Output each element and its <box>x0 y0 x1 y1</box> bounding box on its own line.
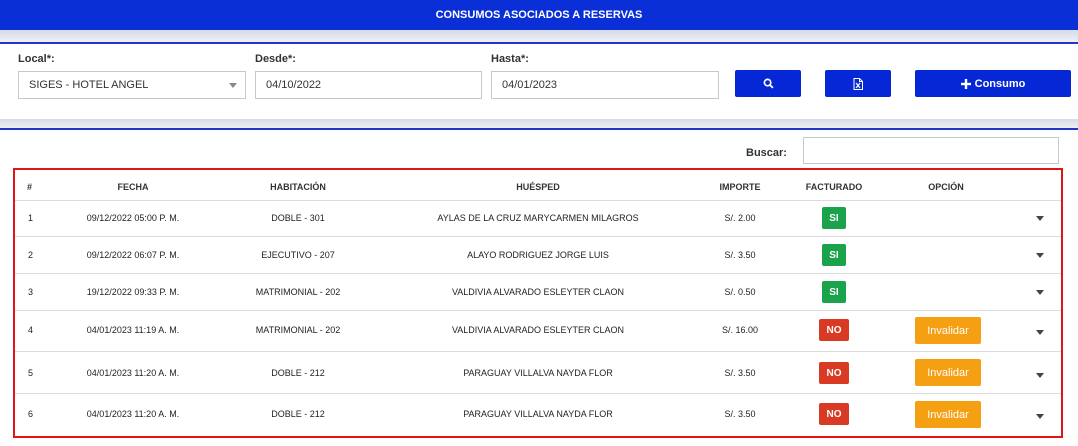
col-header-fecha[interactable]: FECHA <box>118 182 149 192</box>
row-fecha: 04/01/2023 11:20 A. M. <box>86 368 180 378</box>
row-num: 5 <box>28 368 34 378</box>
desde-date-value: 04/10/2022 <box>266 79 322 91</box>
row-importe: S/. 0.50 <box>724 287 756 297</box>
row-num: 3 <box>28 287 34 297</box>
row-fecha: 19/12/2022 09:33 P. M. <box>86 287 180 297</box>
row-fecha: 04/01/2023 11:20 A. M. <box>86 409 180 419</box>
col-header-opcion: OPCIÓN <box>928 182 964 192</box>
local-select-value: SIGES - HOTEL ANGEL <box>29 79 149 91</box>
facturado-no-badge: NO <box>819 362 849 384</box>
local-select[interactable]: SIGES - HOTEL ANGEL <box>18 71 246 99</box>
facturado-si-badge: SI <box>822 244 846 266</box>
col-header-num: # <box>27 182 33 192</box>
hasta-date-value: 04/01/2023 <box>502 79 558 91</box>
facturado-si-badge: SI <box>822 207 846 229</box>
consumos-table-highlight <box>13 168 1063 438</box>
row-huesped: VALDIVIA ALVARADO ESLEYTER CLAON <box>451 325 625 335</box>
col-header-importe[interactable]: IMPORTE <box>719 182 760 192</box>
facturado-si-badge: SI <box>822 281 846 303</box>
chevron-down-icon[interactable] <box>1036 414 1044 419</box>
invalidar-button[interactable]: Invalidar <box>915 359 981 386</box>
row-fecha: 09/12/2022 05:00 P. M. <box>86 213 180 223</box>
plus-icon <box>960 78 971 89</box>
row-divider <box>15 310 1061 311</box>
row-num: 2 <box>28 250 34 260</box>
search-icon <box>763 78 774 89</box>
row-huesped: PARAGUAY VILLALVA NAYDA FLOR <box>463 368 613 378</box>
add-consumo-button[interactable]: Consumo <box>915 70 1071 97</box>
col-header-huesped[interactable]: HUÉSPED <box>516 182 560 192</box>
row-importe: S/. 3.50 <box>724 250 756 260</box>
facturado-no-badge: NO <box>819 319 849 341</box>
col-header-habitacion[interactable]: HABITACIÓN <box>270 182 326 192</box>
invalidar-button[interactable]: Invalidar <box>915 317 981 344</box>
row-huesped: PARAGUAY VILLALVA NAYDA FLOR <box>463 409 613 419</box>
buscar-label: Buscar: <box>746 147 787 159</box>
row-divider <box>15 273 1061 274</box>
row-habitacion: DOBLE - 212 <box>271 368 325 378</box>
header-divider <box>0 30 1078 42</box>
row-huesped: ALAYO RODRIGUEZ JORGE LUIS <box>467 250 609 260</box>
row-huesped: VALDIVIA ALVARADO ESLEYTER CLAON <box>451 287 625 297</box>
page-title: CONSUMOS ASOCIADOS A RESERVAS <box>0 0 1078 30</box>
row-divider <box>15 200 1061 201</box>
row-divider <box>15 236 1061 237</box>
hasta-label: Hasta*: <box>491 53 529 65</box>
row-fecha: 04/01/2023 11:19 A. M. <box>86 325 180 335</box>
row-importe: S/. 16.00 <box>721 325 759 335</box>
row-divider <box>15 393 1061 394</box>
hasta-date-input[interactable]: 04/01/2023 <box>491 71 719 99</box>
export-excel-button[interactable] <box>825 70 891 97</box>
row-importe: S/. 3.50 <box>724 409 756 419</box>
chevron-down-icon[interactable] <box>1036 216 1044 221</box>
row-importe: S/. 2.00 <box>724 213 756 223</box>
row-importe: S/. 3.50 <box>724 368 756 378</box>
chevron-down-icon <box>229 83 237 88</box>
row-habitacion: MATRIMONIAL - 202 <box>255 287 341 297</box>
chevron-down-icon[interactable] <box>1036 290 1044 295</box>
desde-label: Desde*: <box>255 53 296 65</box>
chevron-down-icon[interactable] <box>1036 373 1044 378</box>
chevron-down-icon[interactable] <box>1036 253 1044 258</box>
invalidar-button[interactable]: Invalidar <box>915 401 981 428</box>
row-num: 6 <box>28 409 34 419</box>
search-button[interactable] <box>735 70 801 97</box>
row-num: 1 <box>28 213 34 223</box>
row-fecha: 09/12/2022 06:07 P. M. <box>86 250 180 260</box>
row-huesped: AYLAS DE LA CRUZ MARYCARMEN MILAGROS <box>437 213 639 223</box>
facturado-no-badge: NO <box>819 403 849 425</box>
row-num: 4 <box>28 325 34 335</box>
row-habitacion: MATRIMONIAL - 202 <box>255 325 341 335</box>
add-consumo-label: Consumo <box>974 77 1026 90</box>
panel-divider <box>0 119 1078 128</box>
excel-icon <box>853 77 863 90</box>
desde-date-input[interactable]: 04/10/2022 <box>255 71 482 99</box>
col-header-facturado[interactable]: FACTURADO <box>806 182 863 192</box>
local-label: Local*: <box>18 53 55 65</box>
row-divider <box>15 351 1061 352</box>
row-habitacion: EJECUTIVO - 207 <box>261 250 335 260</box>
buscar-input[interactable] <box>803 137 1059 164</box>
row-habitacion: DOBLE - 301 <box>271 213 325 223</box>
chevron-down-icon[interactable] <box>1036 330 1044 335</box>
row-habitacion: DOBLE - 212 <box>271 409 325 419</box>
